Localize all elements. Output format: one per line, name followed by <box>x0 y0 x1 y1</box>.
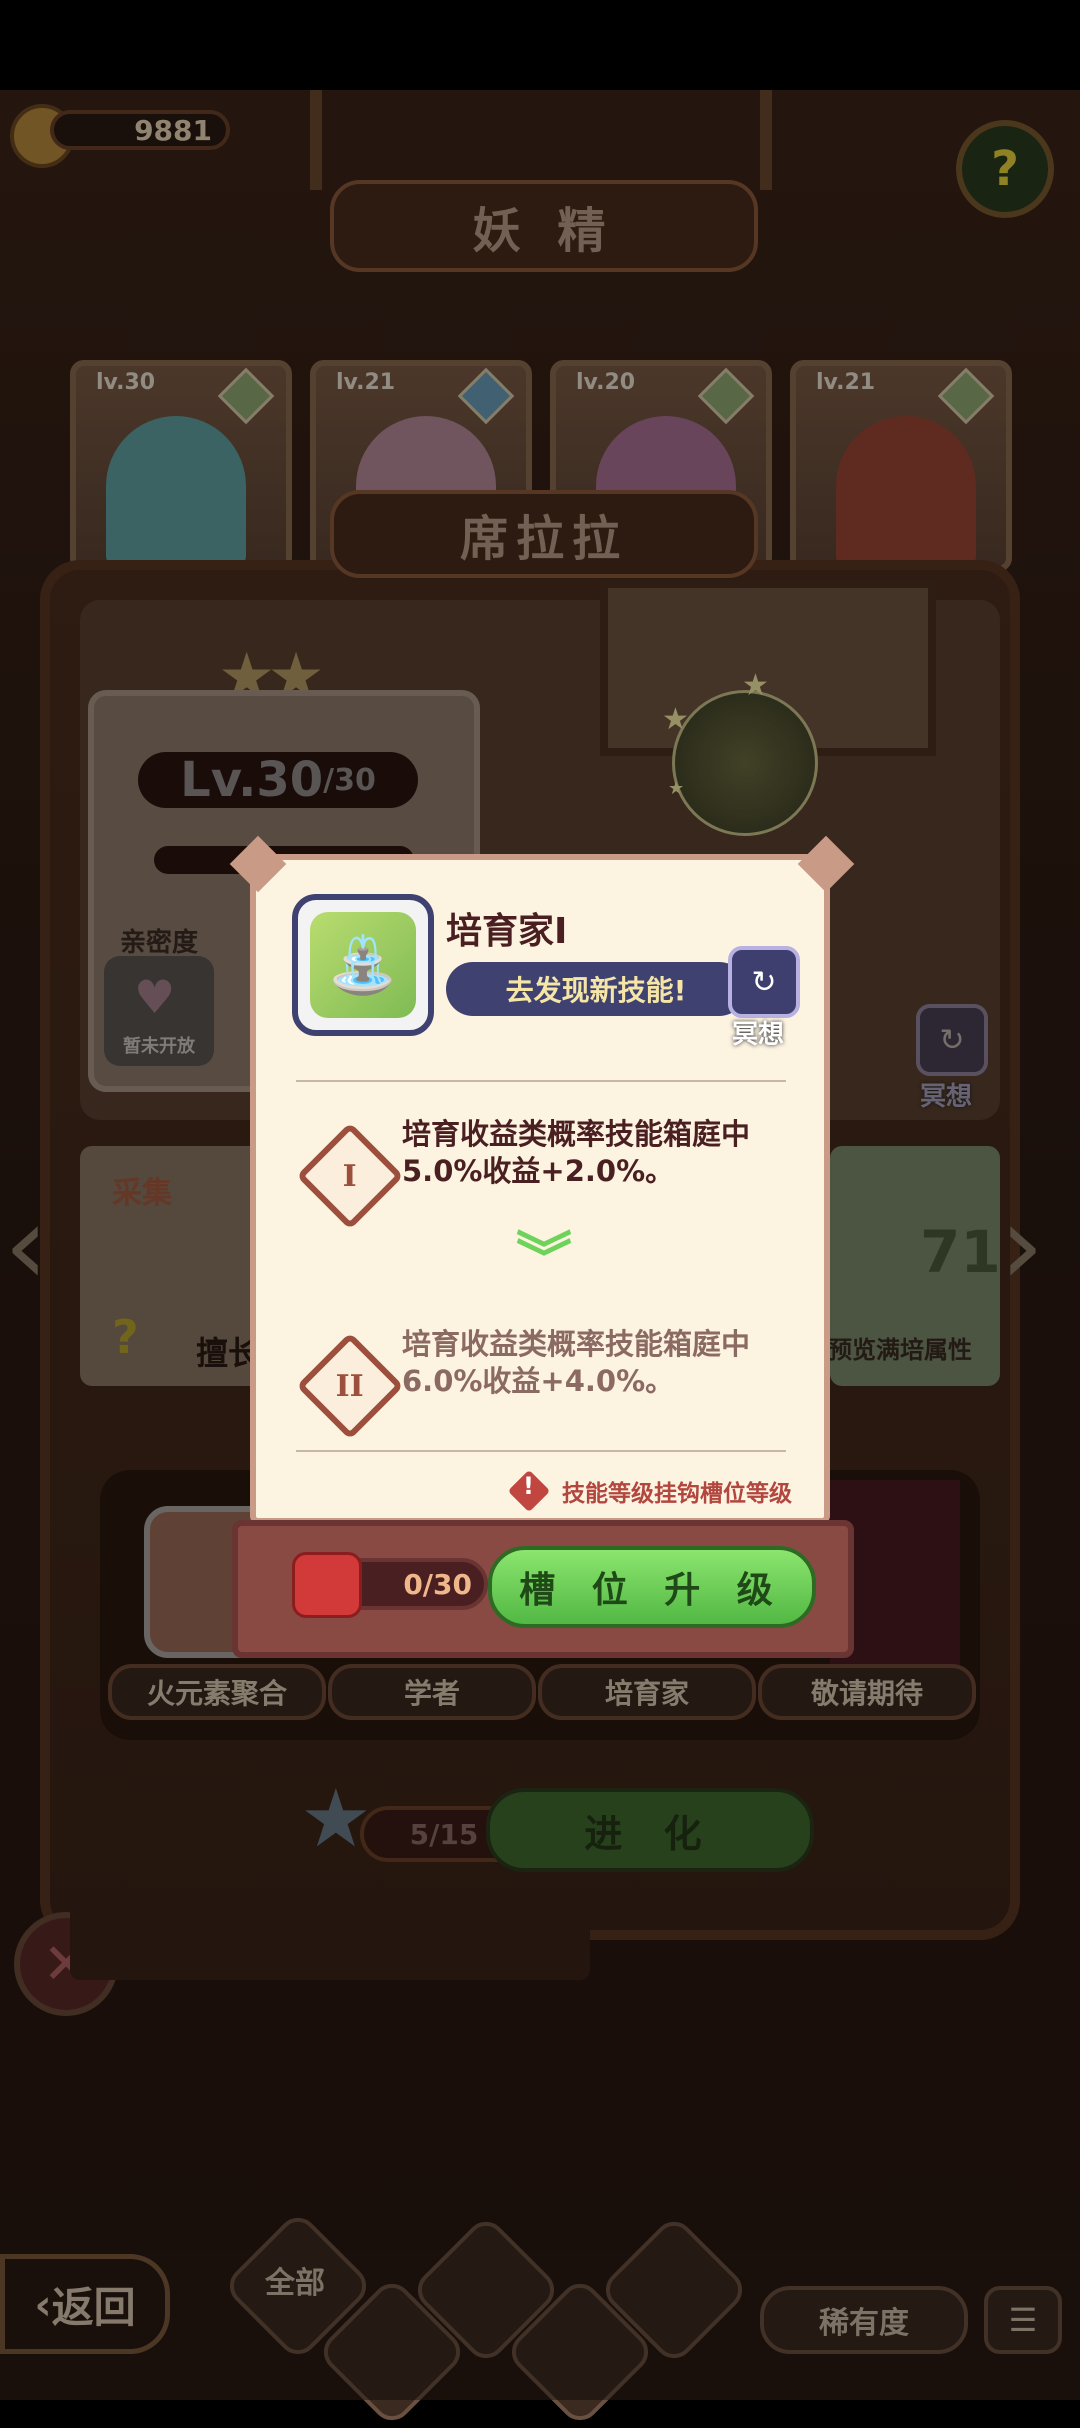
level-1-numeral: I <box>342 1158 358 1194</box>
level-2-badge: II <box>296 1332 404 1440</box>
discover-skill-banner[interactable]: 去发现新技能! <box>446 962 746 1016</box>
level-1-description: 培育收益类概率技能箱庭中5.0%收益+2.0%。 <box>402 1117 751 1188</box>
level-1-badge: I <box>296 1122 404 1230</box>
level-note: 技能等级挂钩槽位等级 <box>562 1481 792 1507</box>
level-2-numeral: II <box>335 1368 365 1404</box>
meditate-icon: ↻ <box>728 946 800 1018</box>
cake-icon <box>292 1552 362 1618</box>
upgrade-strip: 0/30 槽 位 升 级 <box>232 1520 854 1658</box>
slot-upgrade-button[interactable]: 槽 位 升 级 <box>488 1546 816 1628</box>
chevron-down-icon: ︾ <box>516 1227 572 1292</box>
divider <box>296 1080 786 1082</box>
watering-can-icon: ⛲ <box>310 912 416 1018</box>
meditate-label: 冥想 <box>732 1020 785 1050</box>
skill-upgrade-popup: ⛲ 培育家Ⅰ 去发现新技能! ↻ 冥想 I 培育收益类概率技能箱庭中5.0%收益… <box>229 835 855 1524</box>
discover-skill-text: 去发现新技能! <box>505 974 687 1007</box>
divider <box>296 1450 786 1452</box>
warning-mark: ! <box>523 1472 534 1500</box>
skill-icon-frame: ⛲ <box>292 894 434 1036</box>
level-2-description: 培育收益类概率技能箱庭中6.0%收益+4.0%。 <box>402 1327 751 1398</box>
meditate-button[interactable]: ↻ 冥想 <box>718 946 808 1052</box>
popup-title: 培育家Ⅰ <box>446 911 568 952</box>
